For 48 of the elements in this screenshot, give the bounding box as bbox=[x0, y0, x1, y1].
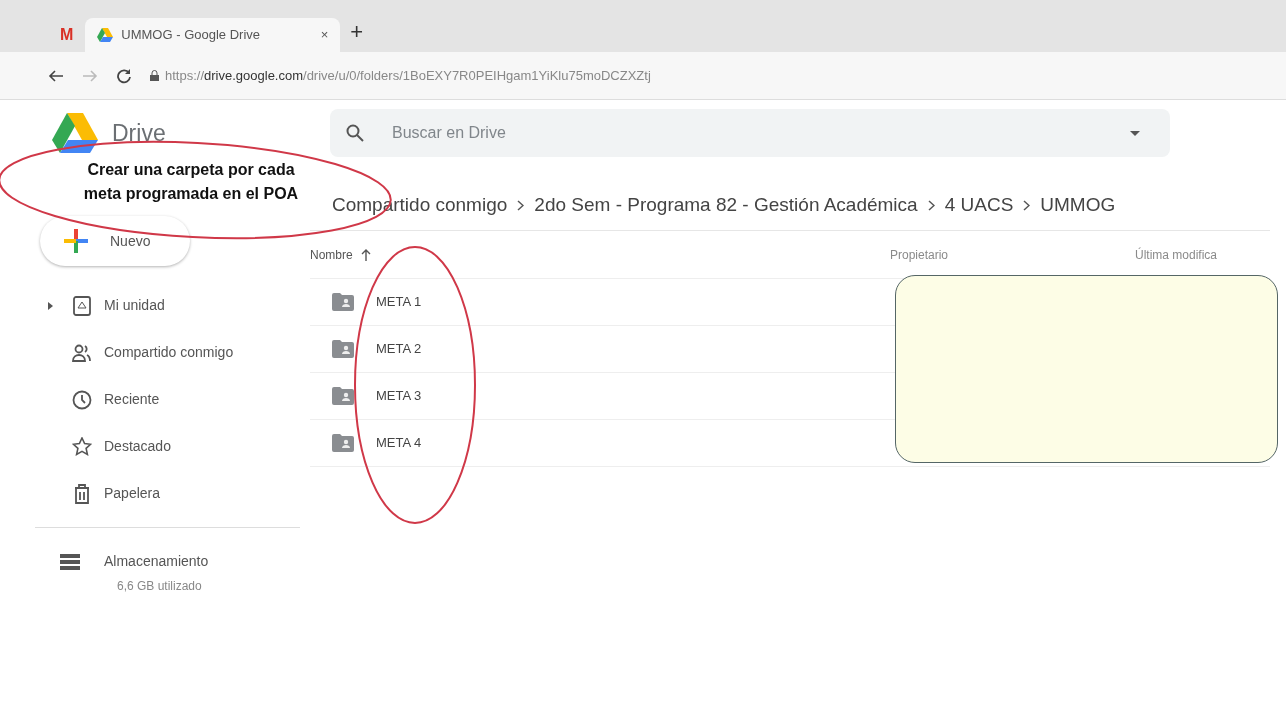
back-icon[interactable] bbox=[48, 67, 64, 84]
clock-icon bbox=[72, 390, 92, 411]
drive-icon bbox=[72, 296, 92, 317]
address-bar-url[interactable]: https://drive.google.com/drive/u/0/folders/1BoEXY7R0PEIHgam1YiKlu75moDCZXZtj bbox=[165, 65, 651, 86]
plus-icon bbox=[64, 229, 88, 253]
dropdown-caret-icon[interactable] bbox=[1130, 131, 1140, 136]
browser-tab[interactable]: M bbox=[48, 18, 86, 52]
breadcrumb-link[interactable]: 4 UACS bbox=[944, 191, 1014, 220]
chevron-right-icon bbox=[517, 200, 525, 211]
file-name[interactable]: META 3 bbox=[376, 386, 422, 406]
new-button[interactable]: Nuevo bbox=[40, 216, 190, 266]
new-tab-button[interactable]: + bbox=[340, 15, 374, 48]
file-name[interactable]: META 4 bbox=[376, 433, 422, 453]
sort-arrow-icon[interactable] bbox=[360, 248, 371, 261]
column-header[interactable]: Última modifica bbox=[1135, 245, 1218, 264]
expand-arrow-icon[interactable] bbox=[47, 302, 53, 311]
column-header[interactable]: Propietario bbox=[890, 245, 949, 264]
annotation-note: Crear una carpeta por cada meta programada en el POA bbox=[82, 160, 300, 204]
star-icon bbox=[72, 437, 92, 458]
breadcrumb-link[interactable]: 2do Sem - Programa 82 - Gestión Académica bbox=[534, 191, 918, 220]
file-name[interactable]: META 1 bbox=[376, 292, 422, 312]
lock-icon bbox=[150, 70, 159, 81]
sidebar-item[interactable]: Papelera bbox=[0, 470, 310, 517]
shared-folder-icon bbox=[332, 293, 354, 311]
chevron-right-icon bbox=[1023, 200, 1031, 211]
sidebar-item[interactable]: Destacado bbox=[0, 423, 310, 470]
reload-icon[interactable] bbox=[116, 67, 132, 84]
app-name: Drive bbox=[112, 118, 166, 148]
file-name[interactable]: META 2 bbox=[376, 339, 422, 359]
drive-logo-icon bbox=[97, 28, 114, 42]
drive-logo-icon bbox=[52, 113, 98, 153]
breadcrumb-link[interactable]: UMMOG bbox=[1040, 191, 1116, 220]
sidebar-item[interactable]: Compartido conmigo bbox=[0, 329, 310, 376]
storage-usage: 6,6 GB utilizado bbox=[116, 578, 203, 595]
column-header[interactable]: Nombre bbox=[310, 245, 353, 264]
shared-folder-icon bbox=[332, 387, 354, 405]
shared-folder-icon bbox=[332, 434, 354, 452]
shared-folder-icon bbox=[332, 340, 354, 358]
sidebar-item[interactable]: Reciente bbox=[0, 376, 310, 423]
search-icon[interactable] bbox=[346, 124, 364, 142]
browser-tab[interactable]: UMMOG - Google Drive × bbox=[85, 18, 341, 52]
people-icon bbox=[72, 343, 92, 364]
storage-icon bbox=[60, 554, 80, 571]
chevron-right-icon bbox=[927, 200, 935, 211]
sidebar-item[interactable]: Mi unidad bbox=[0, 282, 310, 329]
trash-icon bbox=[72, 484, 92, 505]
search-field[interactable]: Buscar en Drive bbox=[330, 109, 1170, 157]
storage-label[interactable]: Almacenamiento bbox=[104, 551, 209, 572]
